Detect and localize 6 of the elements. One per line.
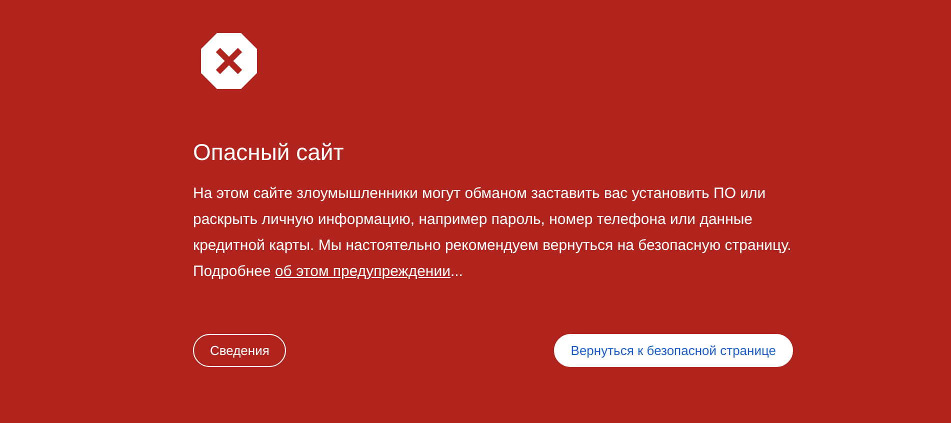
page-title: Опасный сайт (193, 138, 344, 167)
back-to-safety-button[interactable]: Вернуться к безопасной странице (554, 334, 793, 367)
error-octagon-icon (201, 33, 257, 89)
warning-message: На этом сайте злоумышленники могут обманом заставить вас установить ПО или раскрыть личную информацию, например пароль, номер телефона или данные кредитной карты. Мы настоятельно рекомендуем вернуться на безопасную страницу. Подробнее об этом предупреждении... (193, 184, 792, 282)
details-button[interactable]: Сведения (193, 334, 286, 367)
warning-info-link[interactable]: об этом предупреждении (274, 263, 450, 280)
